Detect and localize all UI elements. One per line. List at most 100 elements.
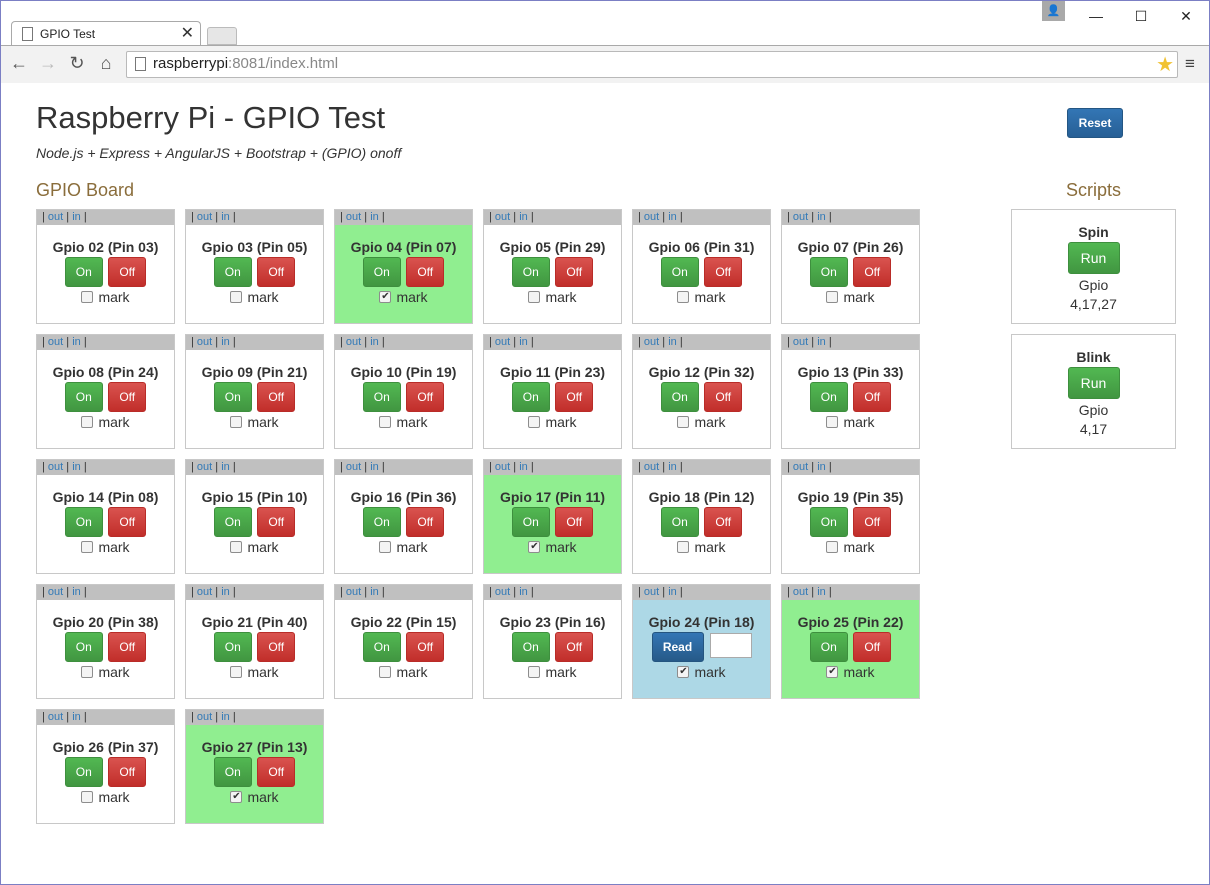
run-button[interactable]: Run: [1067, 242, 1120, 274]
mark-checkbox-row[interactable]: ✔ mark: [633, 664, 770, 680]
off-button[interactable]: Off: [704, 257, 743, 287]
in-link[interactable]: in: [668, 211, 677, 223]
mark-checkbox[interactable]: ✔: [528, 541, 541, 553]
in-link[interactable]: in: [72, 711, 81, 723]
off-button[interactable]: Off: [704, 507, 743, 537]
out-link[interactable]: out: [48, 211, 63, 223]
mark-checkbox-row[interactable]: mark: [37, 539, 174, 555]
mark-checkbox-row[interactable]: mark: [782, 414, 919, 430]
mark-checkbox[interactable]: [230, 291, 243, 303]
in-link[interactable]: in: [72, 586, 81, 598]
out-link[interactable]: out: [346, 211, 361, 223]
mark-checkbox[interactable]: [528, 666, 541, 678]
read-value-input[interactable]: [709, 633, 752, 658]
in-link[interactable]: in: [221, 586, 230, 598]
home-icon[interactable]: ⌂: [95, 52, 117, 74]
on-button[interactable]: On: [809, 257, 848, 287]
back-icon[interactable]: ←: [8, 52, 30, 74]
read-button[interactable]: Read: [651, 632, 704, 662]
tab-close-icon[interactable]: ✕: [181, 23, 194, 43]
off-button[interactable]: Off: [406, 257, 445, 287]
off-button[interactable]: Off: [108, 507, 147, 537]
on-button[interactable]: On: [362, 382, 401, 412]
off-button[interactable]: Off: [704, 382, 743, 412]
mark-checkbox-row[interactable]: mark: [633, 414, 770, 430]
on-button[interactable]: On: [809, 507, 848, 537]
out-link[interactable]: out: [197, 711, 212, 723]
out-link[interactable]: out: [644, 461, 659, 473]
on-button[interactable]: On: [213, 507, 252, 537]
off-button[interactable]: Off: [257, 382, 296, 412]
mark-checkbox-row[interactable]: mark: [782, 539, 919, 555]
off-button[interactable]: Off: [853, 632, 892, 662]
mark-checkbox[interactable]: [81, 291, 94, 303]
off-button[interactable]: Off: [108, 632, 147, 662]
in-link[interactable]: in: [817, 211, 826, 223]
out-link[interactable]: out: [48, 711, 63, 723]
out-link[interactable]: out: [346, 336, 361, 348]
new-tab-button[interactable]: [207, 27, 237, 45]
mark-checkbox-row[interactable]: mark: [37, 664, 174, 680]
mark-checkbox[interactable]: [379, 666, 392, 678]
in-link[interactable]: in: [668, 461, 677, 473]
out-link[interactable]: out: [346, 586, 361, 598]
off-button[interactable]: Off: [108, 257, 147, 287]
off-button[interactable]: Off: [555, 507, 594, 537]
on-button[interactable]: On: [660, 257, 699, 287]
mark-checkbox-row[interactable]: mark: [37, 289, 174, 305]
mark-checkbox-row[interactable]: mark: [335, 539, 472, 555]
mark-checkbox-row[interactable]: mark: [37, 414, 174, 430]
in-link[interactable]: in: [72, 211, 81, 223]
out-link[interactable]: out: [793, 336, 808, 348]
forward-icon[interactable]: →: [37, 52, 59, 74]
mark-checkbox-row[interactable]: ✔ mark: [484, 539, 621, 555]
off-button[interactable]: Off: [257, 757, 296, 787]
off-button[interactable]: Off: [853, 507, 892, 537]
in-link[interactable]: in: [519, 586, 528, 598]
mark-checkbox[interactable]: ✔: [677, 666, 690, 678]
in-link[interactable]: in: [72, 461, 81, 473]
mark-checkbox[interactable]: [528, 416, 541, 428]
reset-button[interactable]: Reset: [1067, 108, 1123, 138]
in-link[interactable]: in: [817, 586, 826, 598]
mark-checkbox-row[interactable]: ✔ mark: [335, 289, 472, 305]
mark-checkbox[interactable]: [230, 416, 243, 428]
mark-checkbox-row[interactable]: mark: [335, 664, 472, 680]
mark-checkbox-row[interactable]: mark: [484, 414, 621, 430]
out-link[interactable]: out: [495, 586, 510, 598]
out-link[interactable]: out: [793, 461, 808, 473]
on-button[interactable]: On: [362, 507, 401, 537]
mark-checkbox[interactable]: [81, 541, 94, 553]
off-button[interactable]: Off: [257, 507, 296, 537]
out-link[interactable]: out: [197, 336, 212, 348]
on-button[interactable]: On: [511, 632, 550, 662]
off-button[interactable]: Off: [257, 632, 296, 662]
on-button[interactable]: On: [362, 632, 401, 662]
on-button[interactable]: On: [809, 382, 848, 412]
mark-checkbox[interactable]: ✔: [379, 291, 392, 303]
on-button[interactable]: On: [64, 507, 103, 537]
mark-checkbox-row[interactable]: mark: [633, 539, 770, 555]
on-button[interactable]: On: [64, 382, 103, 412]
out-link[interactable]: out: [48, 336, 63, 348]
out-link[interactable]: out: [197, 586, 212, 598]
out-link[interactable]: out: [346, 461, 361, 473]
in-link[interactable]: in: [519, 461, 528, 473]
off-button[interactable]: Off: [555, 382, 594, 412]
out-link[interactable]: out: [197, 461, 212, 473]
in-link[interactable]: in: [519, 211, 528, 223]
in-link[interactable]: in: [668, 336, 677, 348]
mark-checkbox[interactable]: [81, 416, 94, 428]
on-button[interactable]: On: [511, 382, 550, 412]
mark-checkbox[interactable]: [81, 791, 94, 803]
out-link[interactable]: out: [793, 211, 808, 223]
on-button[interactable]: On: [64, 632, 103, 662]
on-button[interactable]: On: [64, 257, 103, 287]
out-link[interactable]: out: [644, 336, 659, 348]
mark-checkbox-row[interactable]: mark: [186, 664, 323, 680]
out-link[interactable]: out: [48, 461, 63, 473]
in-link[interactable]: in: [221, 711, 230, 723]
on-button[interactable]: On: [213, 382, 252, 412]
in-link[interactable]: in: [370, 211, 379, 223]
in-link[interactable]: in: [370, 336, 379, 348]
